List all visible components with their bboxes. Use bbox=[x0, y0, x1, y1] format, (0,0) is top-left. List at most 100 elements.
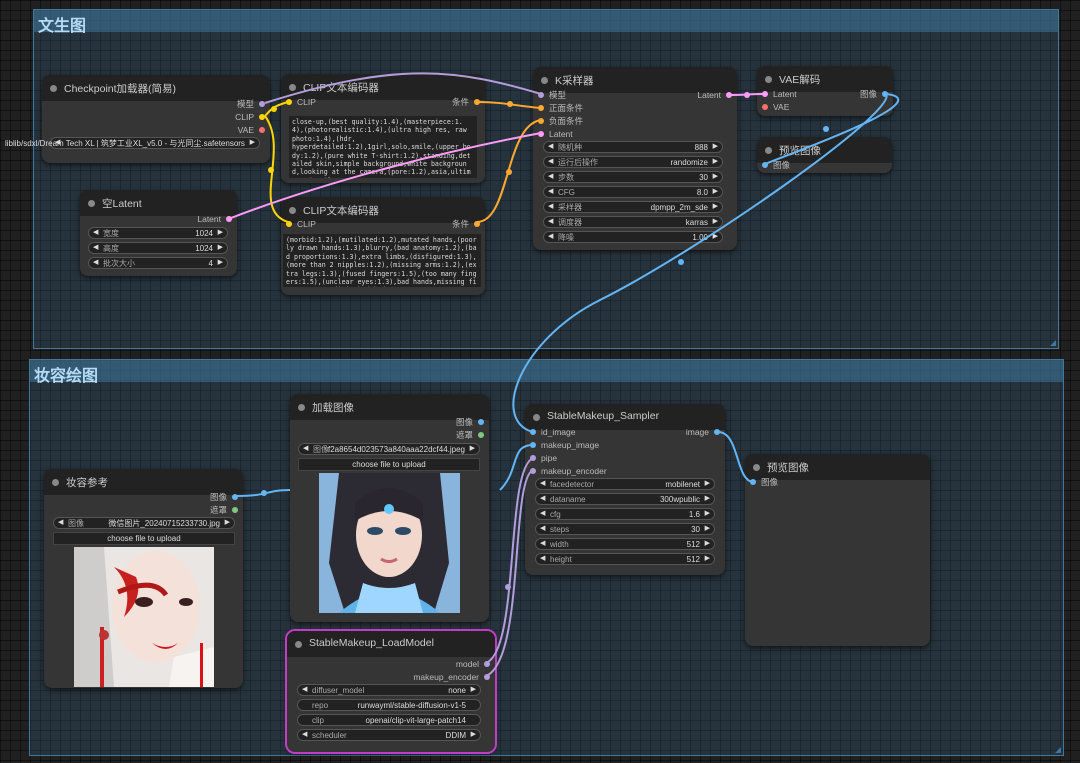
slot-dot[interactable] bbox=[538, 92, 544, 98]
arrow-left-icon[interactable]: ◀ bbox=[540, 479, 545, 489]
input-images[interactable]: 图像 bbox=[762, 159, 790, 171]
collapse-dot[interactable] bbox=[541, 77, 548, 84]
image-filename-widget[interactable]: ◀ 图像 微信图片_20240715233730.jpg ▶ bbox=[53, 517, 235, 529]
arrow-right-icon[interactable]: ▶ bbox=[218, 228, 223, 238]
arrow-right-icon[interactable]: ▶ bbox=[713, 142, 718, 152]
slot-dot[interactable] bbox=[474, 221, 480, 227]
arrow-left-icon[interactable]: ◀ bbox=[540, 554, 545, 564]
cfg-widget[interactable]: ◀ CFG 8.0 ▶ bbox=[543, 186, 723, 198]
node-stablemakeup-loadmodel[interactable]: StableMakeup_LoadModel model makeup_enco… bbox=[285, 629, 497, 754]
slot-dot[interactable] bbox=[538, 118, 544, 124]
arrow-left-icon[interactable]: ◀ bbox=[58, 518, 63, 528]
input-images[interactable]: 图像 bbox=[750, 476, 778, 488]
collapse-dot[interactable] bbox=[50, 85, 57, 92]
denoise-widget[interactable]: ◀ 降噪 1.00 ▶ bbox=[543, 231, 723, 243]
input-clip[interactable]: CLIP bbox=[286, 218, 316, 230]
input-pipe[interactable]: pipe bbox=[530, 452, 557, 464]
output-conditioning[interactable]: 条件 bbox=[452, 96, 480, 108]
cfg-widget[interactable]: ◀ cfg 1.6 ▶ bbox=[535, 508, 715, 520]
input-id-image[interactable]: id_image bbox=[530, 426, 576, 438]
node-stablemakeup-sampler[interactable]: StableMakeup_Sampler id_image image make… bbox=[525, 404, 725, 575]
collapse-dot[interactable] bbox=[289, 84, 296, 91]
collapse-dot[interactable] bbox=[295, 641, 302, 648]
slot-dot[interactable] bbox=[478, 432, 484, 438]
slot-dot[interactable] bbox=[762, 104, 768, 110]
input-vae[interactable]: VAE bbox=[762, 101, 789, 113]
node-checkpoint-loader[interactable]: Checkpoint加载器(简易) 模型 CLIP VAE ◀ ▶ bbox=[42, 75, 270, 163]
slot-dot[interactable] bbox=[484, 661, 490, 667]
slot-dot[interactable] bbox=[530, 442, 536, 448]
node-load-image[interactable]: 加载图像 图像 遮罩 ◀ 图像 f2a8654d023573a840aaa22dcf… bbox=[290, 394, 489, 622]
node-preview-image-makeup[interactable]: 预览图像 图像 bbox=[745, 454, 930, 646]
node-makeup-reference[interactable]: 妆容参考 图像 遮罩 ◀ 图像 微信图片_20240715233730.jpg ▶ c… bbox=[44, 469, 243, 688]
slot-dot[interactable] bbox=[474, 99, 480, 105]
slot-dot[interactable] bbox=[530, 455, 536, 461]
output-image[interactable]: 图像 bbox=[860, 88, 888, 100]
slot-dot[interactable] bbox=[286, 221, 292, 227]
arrow-right-icon[interactable]: ▶ bbox=[470, 444, 475, 454]
node-header[interactable]: Checkpoint加载器(简易) bbox=[42, 75, 270, 101]
arrow-left-icon[interactable]: ◀ bbox=[302, 685, 307, 695]
output-image[interactable]: 图像 bbox=[456, 416, 484, 428]
slot-dot[interactable] bbox=[259, 114, 265, 120]
slot-dot[interactable] bbox=[726, 92, 732, 98]
output-model[interactable]: 模型 bbox=[237, 98, 265, 110]
slot-dot[interactable] bbox=[530, 429, 536, 435]
node-clip-text-negative[interactable]: CLIP文本编码器 CLIP 条件 (morbid:1.2),(mutilate… bbox=[281, 197, 485, 295]
node-header[interactable]: StableMakeup_LoadModel bbox=[287, 631, 495, 657]
arrow-right-icon[interactable]: ▶ bbox=[713, 232, 718, 242]
arrow-right-icon[interactable]: ▶ bbox=[218, 243, 223, 253]
arrow-left-icon[interactable]: ◀ bbox=[548, 142, 553, 152]
arrow-left-icon[interactable]: ◀ bbox=[548, 187, 553, 197]
node-vae-decode[interactable]: VAE解码 Latent 图像 VAE bbox=[757, 66, 893, 116]
arrow-right-icon[interactable]: ▶ bbox=[705, 524, 710, 534]
width-widget[interactable]: ◀ 宽度 1024 ▶ bbox=[88, 227, 228, 239]
slot-dot[interactable] bbox=[882, 91, 888, 97]
slot-dot[interactable] bbox=[286, 99, 292, 105]
output-image[interactable]: image bbox=[686, 426, 720, 438]
arrow-right-icon[interactable]: ▶ bbox=[705, 479, 710, 489]
height-widget[interactable]: ◀ 高度 1024 ▶ bbox=[88, 242, 228, 254]
output-clip[interactable]: CLIP bbox=[235, 111, 265, 123]
slot-dot[interactable] bbox=[538, 131, 544, 137]
slot-dot[interactable] bbox=[762, 162, 768, 168]
output-latent[interactable]: Latent bbox=[197, 213, 232, 225]
node-clip-text-positive[interactable]: CLIP文本编码器 CLIP 条件 close-up,(best quality… bbox=[281, 74, 485, 183]
arrow-right-icon[interactable]: ▶ bbox=[471, 685, 476, 695]
arrow-right-icon[interactable]: ▶ bbox=[705, 494, 710, 504]
output-mask[interactable]: 遮罩 bbox=[456, 429, 484, 441]
slot-dot[interactable] bbox=[232, 507, 238, 513]
slot-dot[interactable] bbox=[478, 419, 484, 425]
arrow-left-icon[interactable]: ◀ bbox=[548, 202, 553, 212]
collapse-dot[interactable] bbox=[52, 479, 59, 486]
slot-dot[interactable] bbox=[484, 674, 490, 680]
slot-dot[interactable] bbox=[530, 468, 536, 474]
slot-dot[interactable] bbox=[538, 105, 544, 111]
input-samples[interactable]: Latent bbox=[762, 88, 797, 100]
collapse-dot[interactable] bbox=[298, 404, 305, 411]
collapse-dot[interactable] bbox=[765, 147, 772, 154]
arrow-left-icon[interactable]: ◀ bbox=[302, 730, 307, 740]
group-resize-handle[interactable] bbox=[1050, 340, 1056, 346]
slot-dot[interactable] bbox=[226, 216, 232, 222]
input-negative[interactable]: 负面条件 bbox=[538, 115, 583, 127]
arrow-right-icon[interactable]: ▶ bbox=[713, 202, 718, 212]
slot-dot[interactable] bbox=[259, 101, 265, 107]
facedetector-widget[interactable]: ◀ facedetector mobilenet ▶ bbox=[535, 478, 715, 490]
arrow-right-icon[interactable]: ▶ bbox=[705, 539, 710, 549]
input-model[interactable]: 模型 bbox=[538, 89, 566, 101]
input-positive[interactable]: 正面条件 bbox=[538, 102, 583, 114]
prompt-textarea[interactable]: close-up,(best quality:1.4),(masterpiece… bbox=[289, 116, 477, 178]
collapse-dot[interactable] bbox=[753, 464, 760, 471]
clip-widget[interactable]: clip openai/clip-vit-large-patch14 bbox=[297, 714, 481, 726]
arrow-right-icon[interactable]: ▶ bbox=[705, 509, 710, 519]
negative-prompt-textarea[interactable]: (morbid:1.2),(mutilated:1.2),mutated han… bbox=[283, 234, 481, 287]
scheduler-widget[interactable]: ◀ 调度器 karras ▶ bbox=[543, 216, 723, 228]
slot-dot[interactable] bbox=[762, 91, 768, 97]
arrow-left-icon[interactable]: ◀ bbox=[548, 232, 553, 242]
scheduler-widget[interactable]: ◀ scheduler DDIM ▶ bbox=[297, 729, 481, 741]
upload-button[interactable]: choose file to upload bbox=[53, 532, 235, 545]
collapse-dot[interactable] bbox=[765, 76, 772, 83]
output-makeup-encoder[interactable]: makeup_encoder bbox=[413, 671, 490, 683]
dataname-widget[interactable]: ◀ dataname 300wpublic ▶ bbox=[535, 493, 715, 505]
